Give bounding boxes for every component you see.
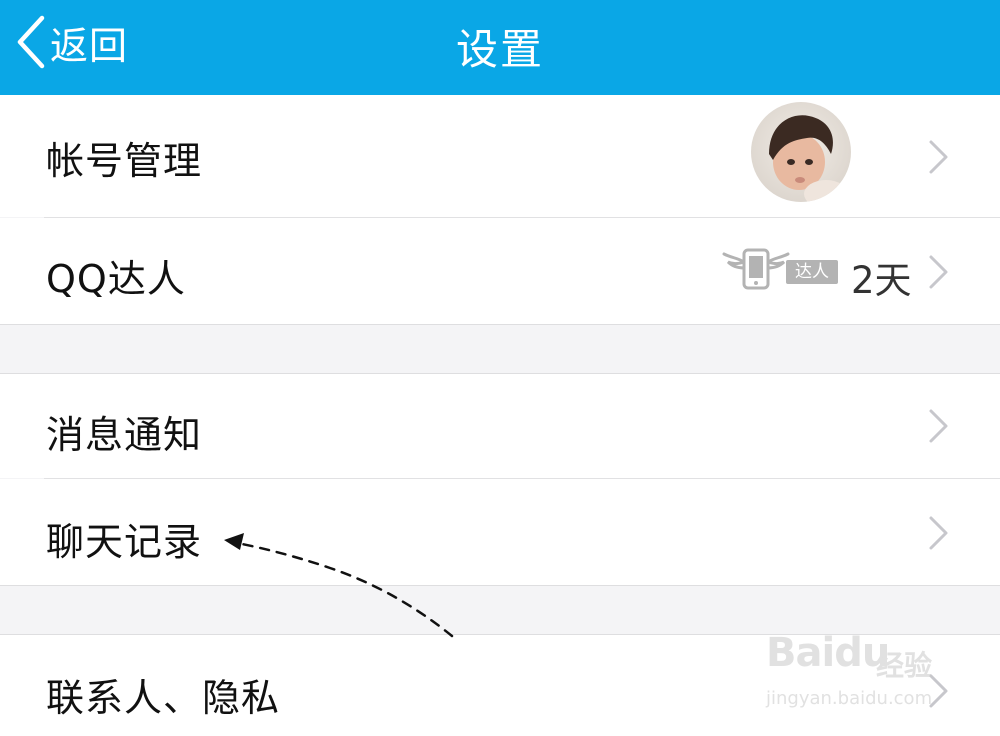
watermark-url: jingyan.baidu.com	[766, 688, 933, 709]
row-chat-history[interactable]: 聊天记录	[0, 479, 1000, 585]
watermark-brand: 经验	[876, 649, 933, 682]
row-qq-talent[interactable]: QQ达人	[0, 218, 1000, 324]
navigation-bar: 返回 设置	[0, 0, 1000, 95]
chevron-right-icon	[929, 140, 948, 174]
row-message-notification[interactable]: 消息通知	[0, 374, 1000, 478]
talent-badge-label: 达人	[786, 260, 838, 284]
talent-days: 2天	[851, 259, 912, 302]
section-gap	[0, 325, 1000, 373]
chevron-right-icon	[929, 409, 948, 443]
row-label: QQ达人	[46, 257, 186, 301]
page-title: 设置	[455, 25, 544, 74]
winged-phone-icon	[722, 248, 790, 290]
row-label: 聊天记录	[46, 520, 203, 564]
row-label: 帐号管理	[46, 139, 203, 183]
row-label: 消息通知	[46, 413, 203, 457]
watermark: Baidu 经验 jingyan.baidu.com	[766, 630, 956, 716]
watermark-logo: Baidu	[766, 630, 890, 676]
section-gap	[0, 586, 1000, 634]
chevron-right-icon	[929, 255, 948, 289]
row-label: 联系人、隐私	[46, 676, 281, 720]
chevron-right-icon	[929, 516, 948, 550]
avatar	[751, 102, 851, 202]
